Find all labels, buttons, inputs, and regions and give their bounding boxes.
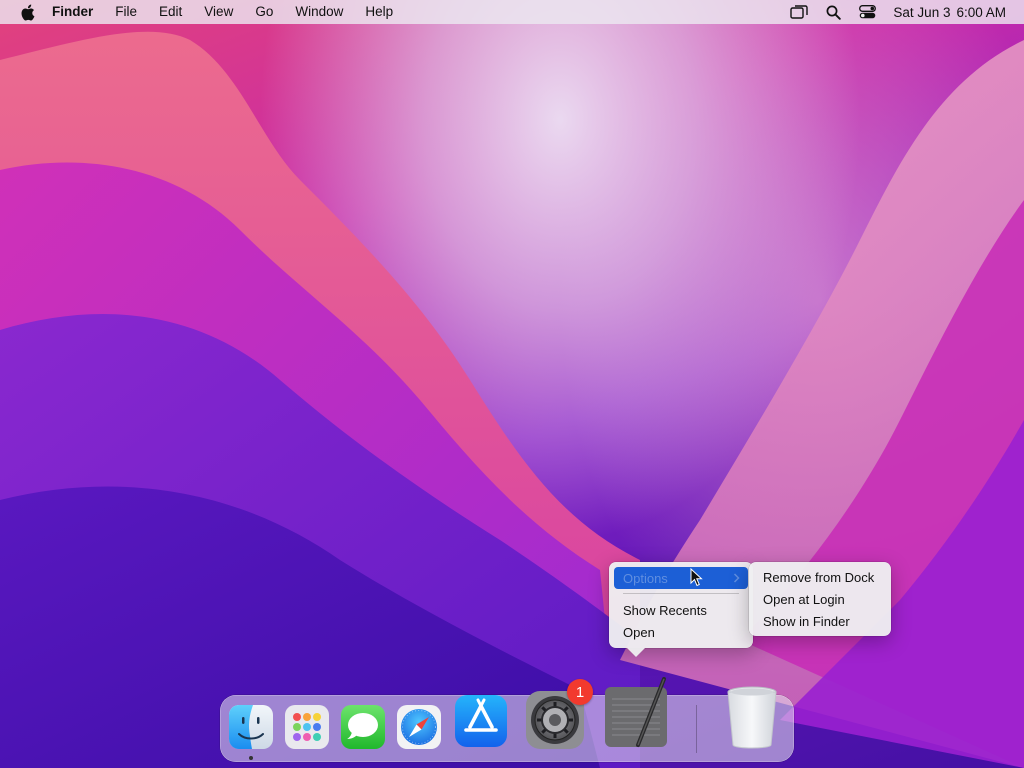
launchpad-icon	[285, 705, 329, 749]
menu-window[interactable]: Window	[295, 0, 343, 24]
menu-item-label: Remove from Dock	[763, 569, 875, 585]
app-store-icon	[455, 695, 507, 747]
menu-item-label: Open at Login	[763, 591, 845, 607]
desktop[interactable]: Finder File Edit View Go Window Help Sat…	[0, 0, 1024, 768]
dock-divider	[696, 705, 697, 753]
menu-item-show-recents-label: Show Recents	[623, 602, 707, 618]
menu-file[interactable]: File	[115, 0, 137, 24]
menu-item-show-in-finder[interactable]: Show in Finder	[754, 610, 886, 632]
menu-view[interactable]: View	[204, 0, 233, 24]
wallpaper	[0, 31, 1024, 768]
menu-separator	[623, 593, 739, 594]
safari-icon	[397, 705, 441, 749]
menu-item-remove-from-dock[interactable]: Remove from Dock	[754, 566, 886, 588]
clock-date: Sat Jun 3	[893, 4, 951, 20]
dock-item-app-store[interactable]	[454, 694, 508, 753]
running-indicator	[249, 756, 253, 760]
menu-help[interactable]: Help	[365, 0, 393, 24]
menu-item-label: Show in Finder	[763, 613, 850, 629]
menu-item-show-recents[interactable]: Show Recents	[614, 599, 748, 621]
screen-mirroring-icon[interactable]	[787, 0, 811, 24]
menu-item-options-label: Options	[623, 570, 668, 586]
trash-icon	[727, 686, 777, 749]
menu-item-options[interactable]: Options	[614, 567, 748, 589]
dock-item-trash[interactable]	[724, 685, 780, 758]
apple-menu-icon[interactable]	[16, 1, 38, 23]
dock-context-menu: Options Show Recents Open	[609, 562, 753, 657]
menu-pointer-arrow	[627, 648, 645, 657]
chevron-right-icon	[733, 571, 740, 586]
menu-go[interactable]: Go	[255, 0, 273, 24]
menu-finder[interactable]: Finder	[52, 0, 93, 24]
menubar-clock[interactable]: Sat Jun 3 6:00 AM	[893, 5, 1006, 20]
menu-item-open[interactable]: Open	[614, 621, 748, 643]
control-center-icon[interactable]	[855, 0, 879, 24]
dock-item-messages[interactable]	[340, 704, 386, 755]
clock-time: 6:00 AM	[956, 4, 1006, 20]
messages-icon	[341, 705, 385, 749]
dock: 1	[220, 677, 794, 762]
textedit-icon	[605, 677, 667, 747]
dock-item-safari[interactable]	[396, 704, 442, 755]
options-submenu: Remove from Dock Open at Login Show in F…	[749, 562, 891, 636]
notification-badge: 1	[567, 679, 593, 705]
menu-bar: Finder File Edit View Go Window Help Sat…	[0, 0, 1024, 24]
dock-item-launchpad[interactable]	[284, 704, 330, 755]
spotlight-search-icon[interactable]	[821, 0, 845, 24]
mouse-cursor-icon	[690, 568, 703, 587]
dock-item-textedit[interactable]	[602, 677, 672, 756]
finder-icon	[229, 705, 273, 749]
menu-item-open-label: Open	[623, 624, 655, 640]
menu-item-open-at-login[interactable]: Open at Login	[754, 588, 886, 610]
menu-edit[interactable]: Edit	[159, 0, 182, 24]
dock-item-finder[interactable]	[228, 704, 274, 755]
